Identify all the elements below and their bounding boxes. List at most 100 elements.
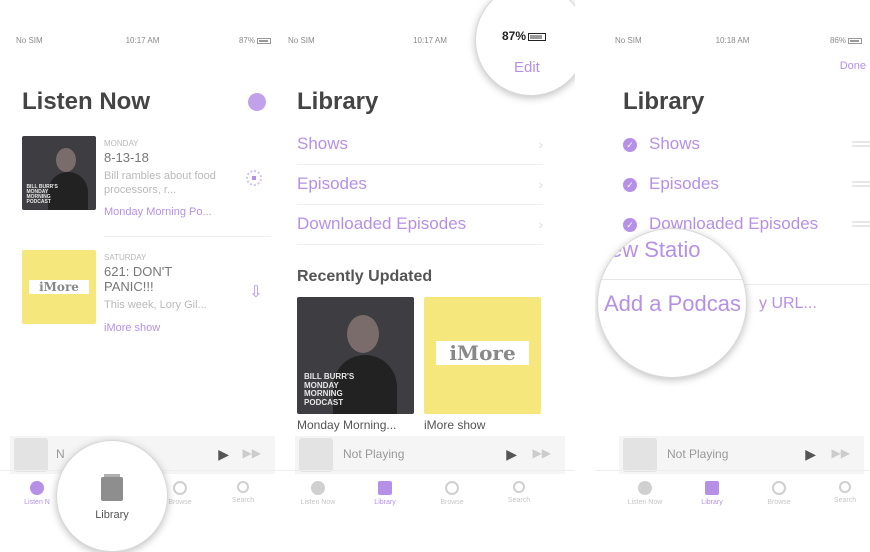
checkmark-icon[interactable]: ✓	[623, 217, 637, 232]
chevron-right-icon: ›	[538, 216, 543, 232]
tab-listen-now[interactable]: Listen Now	[293, 481, 343, 506]
reorder-handle-icon[interactable]	[852, 181, 870, 187]
play-circle-icon	[30, 481, 44, 495]
checkmark-icon[interactable]: ✓	[623, 177, 637, 192]
tab-listen-now[interactable]: Listen N	[12, 481, 62, 506]
tab-listen-now[interactable]: Listen Now	[620, 481, 670, 506]
episode-show-link[interactable]: iMore show	[104, 322, 160, 334]
play-circle-icon	[311, 481, 325, 495]
battery-icon	[257, 37, 271, 44]
podcast-artwork: BILL BURR'S MONDAY MORNING PODCAST	[297, 297, 414, 414]
episode-description: This week, Lory Gil...	[104, 299, 207, 311]
search-icon	[839, 481, 851, 493]
mini-player-label: Not Playing	[343, 447, 405, 461]
podcast-artwork: iMore	[22, 250, 96, 324]
fast-forward-button[interactable]: ▶▶	[533, 446, 551, 460]
broadcast-icon	[772, 481, 786, 495]
tab-browse[interactable]: Browse	[427, 481, 477, 506]
library-row-shows[interactable]: Shows ›	[297, 124, 543, 164]
chevron-right-icon: ›	[538, 176, 543, 192]
tab-bar: Listen Now Library Browse Search	[285, 470, 575, 520]
section-heading: Recently Updated	[297, 268, 433, 285]
divider	[104, 236, 271, 237]
download-icon[interactable]: ⇩	[247, 284, 265, 302]
tutorial-composite: No SIM 10:17 AM 87% Listen Now BILL BURR…	[0, 0, 870, 552]
library-icon	[101, 477, 123, 501]
play-button[interactable]: ▶	[805, 446, 816, 463]
reorder-handle-icon[interactable]	[852, 221, 870, 227]
tab-browse[interactable]: Browse	[754, 481, 804, 506]
mini-player-label: N	[56, 447, 65, 461]
tab-library[interactable]: Library	[687, 481, 737, 506]
recent-show-tile[interactable]: BILL BURR'S MONDAY MORNING PODCAST Monda…	[297, 297, 414, 437]
episode-title: 8-13-18	[104, 150, 149, 165]
podcast-placeholder-icon	[299, 438, 333, 472]
tile-caption: iMore show	[424, 418, 486, 432]
library-row-episodes[interactable]: ✓ Episodes	[623, 164, 870, 204]
magnifier-add-podcast: ew Statio Add a Podcas	[597, 228, 747, 378]
page-title: Library	[623, 88, 705, 115]
status-bar: No SIM 10:18 AM 86%	[595, 36, 870, 50]
new-station-option[interactable]: ew Statio	[610, 237, 701, 263]
battery-indicator: 87%	[502, 29, 547, 43]
search-icon	[237, 481, 249, 493]
episode-row[interactable]: iMore SATURDAY 621: DON'T PANIC!!! This …	[22, 250, 272, 340]
search-icon	[513, 481, 525, 493]
mini-player-label: Not Playing	[667, 447, 729, 461]
checkmark-icon[interactable]: ✓	[623, 137, 637, 152]
episode-day: SATURDAY	[104, 253, 147, 262]
library-row-downloaded[interactable]: Downloaded Episodes ›	[297, 204, 543, 244]
library-edit-screen: No SIM 10:18 AM 86% Done Library ✓ Shows …	[595, 0, 870, 552]
play-circle-icon	[638, 481, 652, 495]
listen-now-screen: No SIM 10:17 AM 87% Listen Now BILL BURR…	[0, 0, 285, 552]
progress-ring-icon[interactable]	[246, 170, 262, 186]
fast-forward-button[interactable]: ▶▶	[832, 446, 850, 460]
episode-show-link[interactable]: Monday Morning Po...	[104, 206, 212, 218]
done-button[interactable]: Done	[840, 60, 866, 72]
chevron-right-icon: ›	[538, 136, 543, 152]
tab-search[interactable]: Search	[494, 481, 544, 504]
episode-title: 621: DON'T PANIC!!!	[104, 264, 172, 294]
library-row-shows[interactable]: ✓ Shows	[623, 124, 870, 164]
edit-button[interactable]: Edit	[514, 59, 540, 76]
library-row-episodes[interactable]: Episodes ›	[297, 164, 543, 204]
library-icon	[705, 481, 719, 495]
add-podcast-url-suffix[interactable]: y URL...	[759, 295, 817, 313]
podcast-placeholder-icon	[14, 438, 48, 472]
episode-row[interactable]: BILL BURR'S MONDAY MORNING PODCAST MONDA…	[22, 136, 272, 226]
reorder-handle-icon[interactable]	[852, 141, 870, 147]
library-screen: No SIM 10:17 AM Library Shows › Episodes ›…	[285, 0, 575, 552]
clock: 10:18 AM	[715, 36, 750, 45]
page-title: Listen Now	[22, 88, 151, 115]
battery-indicator: 86%	[830, 36, 862, 45]
episode-day: MONDAY	[104, 139, 139, 148]
page-title: Library	[297, 88, 379, 115]
tab-library[interactable]: Library	[57, 509, 167, 521]
broadcast-icon	[445, 481, 459, 495]
battery-icon	[848, 37, 862, 44]
podcast-placeholder-icon	[623, 438, 657, 472]
notification-bell-icon[interactable]	[248, 93, 266, 111]
recent-show-tile[interactable]: iMore iMore show	[424, 297, 541, 437]
podcast-artwork: BILL BURR'S MONDAY MORNING PODCAST	[22, 136, 96, 210]
tab-search[interactable]: Search	[218, 481, 268, 504]
episode-description: Bill rambles about food processors, r...	[104, 170, 216, 196]
magnifier-edit: 87% Edit	[475, 0, 575, 96]
play-button[interactable]: ▶	[506, 446, 517, 463]
play-button[interactable]: ▶	[218, 446, 229, 463]
magnifier-library-tab: Library	[56, 440, 168, 552]
tile-caption: Monday Morning...	[297, 418, 397, 432]
tab-search[interactable]: Search	[820, 481, 870, 504]
battery-icon	[528, 32, 547, 41]
podcast-artwork: iMore	[424, 297, 541, 414]
tab-library[interactable]: Library	[360, 481, 410, 506]
battery-indicator: 87%	[239, 36, 271, 45]
mini-player[interactable]: Not Playing ▶ ▶▶	[295, 436, 565, 474]
tab-bar: Listen Now Library Browse Search	[595, 470, 870, 520]
fast-forward-button[interactable]: ▶▶	[243, 446, 261, 460]
add-podcast-by-url-option[interactable]: Add a Podcas	[604, 291, 741, 317]
library-icon	[378, 481, 392, 495]
mini-player[interactable]: Not Playing ▶ ▶▶	[619, 436, 864, 474]
broadcast-icon	[173, 481, 187, 495]
status-bar: No SIM 10:17 AM 87%	[0, 36, 285, 50]
